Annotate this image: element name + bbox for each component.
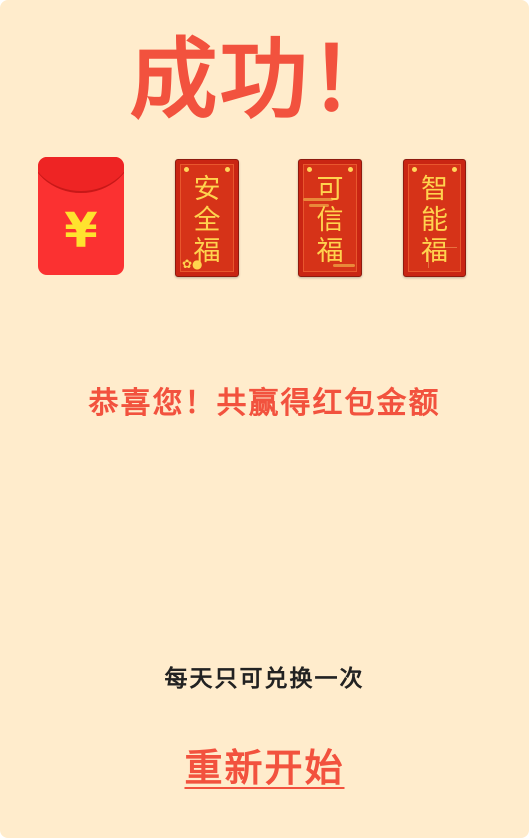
envelope-flap (38, 157, 124, 193)
fu-card-text: 智 能 福 (404, 174, 465, 267)
fu-card-trust: 可 信 福 (298, 159, 362, 277)
card-dot-icon (225, 167, 230, 172)
fu-card-char: 智 (421, 174, 448, 205)
restart-container: 重新开始 (0, 742, 529, 794)
restart-link[interactable]: 重新开始 (184, 745, 344, 790)
fu-card-text: 可 信 福 (299, 174, 361, 267)
fu-card-char: 福 (421, 236, 448, 267)
congrats-message: 恭喜您！共赢得红包金额 (88, 386, 441, 421)
fu-card-char: 信 (316, 205, 344, 236)
card-dot-icon (348, 167, 353, 172)
card-dot-icon (452, 167, 457, 172)
daily-limit-notice: 每天只可兑换一次 (164, 665, 365, 692)
yen-icon: ¥ (64, 203, 98, 259)
card-dot-icon (307, 167, 312, 172)
red-envelope-icon: ¥ (38, 157, 124, 275)
flower-icon: ✿● (182, 257, 203, 271)
fu-card-safety: 安 全 福 ✿● (175, 159, 239, 277)
fu-card-char: 全 (193, 205, 221, 236)
fu-card-char: 可 (316, 174, 344, 205)
fu-card-smart: 智 能 福 (403, 159, 466, 277)
fu-card-char: 能 (421, 205, 448, 236)
fu-card-text: 安 全 福 (176, 174, 238, 267)
fu-card-char: 福 (316, 236, 344, 267)
page-title: 成功！ (129, 27, 400, 131)
result-screen: 成功！ ¥ 安 全 福 ✿● 可 信 福 智 能 福 恭喜您！共赢得红包金额 每… (0, 0, 529, 838)
fu-card-char: 安 (193, 174, 221, 205)
card-dot-icon (412, 167, 417, 172)
card-dot-icon (184, 167, 189, 172)
